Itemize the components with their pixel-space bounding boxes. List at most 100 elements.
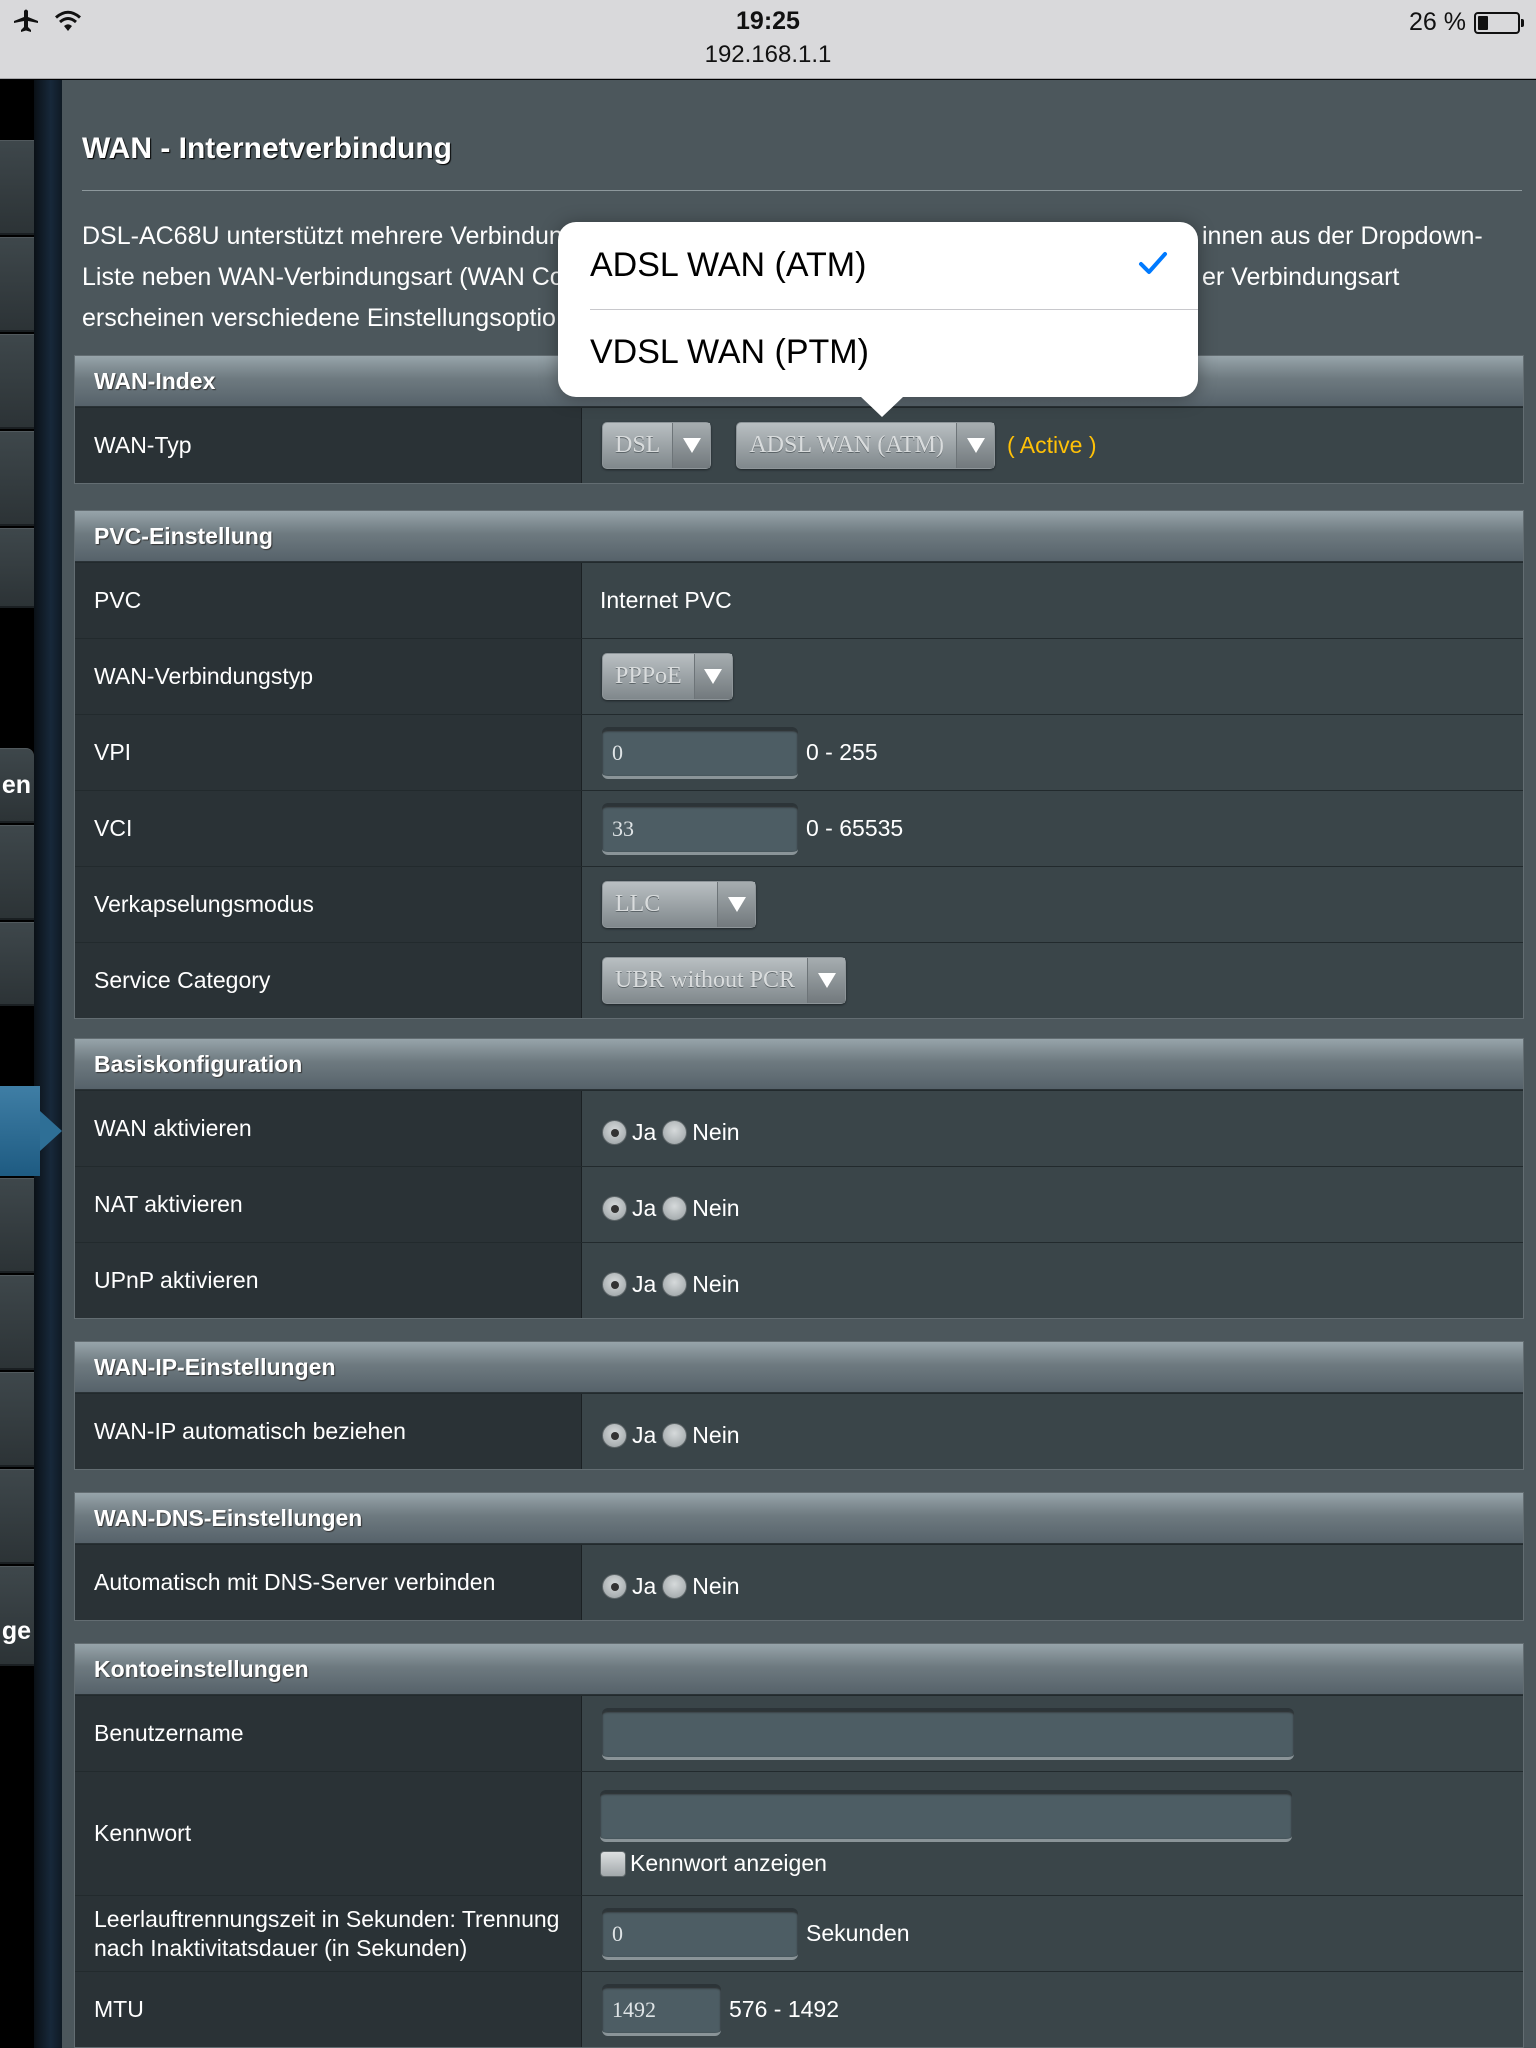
row-label: Leerlauftrennungszeit in Sekunden: Trenn…	[75, 1896, 582, 1971]
menu-item[interactable]	[0, 922, 34, 1006]
checkbox-label: Kennwort anzeigen	[630, 1850, 827, 1876]
row-label: NAT aktivieren	[75, 1167, 582, 1242]
username-input[interactable]	[602, 1707, 1294, 1760]
row-label-line: nach Inaktivitatsdauer (in Sekunden)	[94, 1934, 468, 1961]
section-header: WAN-DNS-Einstellungen	[75, 1493, 1523, 1544]
wan-type-row: WAN-Typ DSL ADSL WAN (ATM) ( Active )	[75, 407, 1523, 483]
menu-item[interactable]	[0, 140, 34, 235]
password-input[interactable]	[600, 1790, 1292, 1842]
dns-auto-row: Automatisch mit DNS-Server verbinden Ja …	[75, 1544, 1523, 1620]
radio-label: Ja	[632, 1271, 657, 1297]
radio-no[interactable]	[662, 1120, 688, 1145]
radio-yes[interactable]	[602, 1423, 627, 1448]
clock: 19:25	[736, 7, 800, 35]
menu-item[interactable]	[0, 1178, 34, 1273]
picker-option-adsl[interactable]: ADSL WAN (ATM)	[558, 222, 1198, 310]
picker-option-label: ADSL WAN (ATM)	[590, 246, 867, 284]
description-line: Liste neben WAN-Verbindungsart (WAN Co	[82, 263, 564, 291]
vci-range: 0 - 65535	[806, 815, 904, 841]
show-password-toggle[interactable]: Kennwort anzeigen	[600, 1850, 827, 1877]
radio-group: Ja Nein	[602, 1187, 746, 1222]
select-value: UBR without PCR	[615, 967, 796, 993]
battery-percent: 26 %	[1409, 8, 1466, 36]
wan-type-select[interactable]: DSL	[602, 422, 712, 469]
row-label: UPnP aktivieren	[75, 1243, 582, 1318]
menu-item[interactable]	[0, 1275, 34, 1370]
pvc-row: PVC Internet PVC	[75, 562, 1523, 638]
description-line: erscheinen verschiedene Einstellungsopti…	[82, 304, 556, 332]
row-label-line: Leerlauftrennungszeit in Sekunden: Trenn…	[94, 1905, 560, 1932]
radio-yes[interactable]	[602, 1272, 627, 1297]
menu-item[interactable]	[0, 237, 34, 332]
row-value: Ja Nein	[582, 1091, 1523, 1166]
radio-no[interactable]	[662, 1272, 688, 1297]
radio-label: Nein	[692, 1119, 740, 1145]
menu-item[interactable]: ge	[0, 1566, 34, 1666]
row-value: DSL ADSL WAN (ATM) ( Active )	[582, 408, 1523, 483]
row-value: UBR without PCR	[582, 943, 1523, 1018]
section-header: Kontoeinstellungen	[75, 1644, 1523, 1695]
row-label: MTU	[75, 1972, 582, 2047]
username-row: Benutzername	[75, 1695, 1523, 1771]
wan-mode-select[interactable]: ADSL WAN (ATM)	[736, 422, 996, 469]
row-value: PPPoE	[582, 639, 1523, 714]
row-value: 0 Sekunden	[582, 1896, 1523, 1971]
section-header: Basiskonfiguration	[75, 1039, 1523, 1090]
row-value: 0 0 - 255	[582, 715, 1523, 790]
radio-label: Nein	[692, 1422, 740, 1448]
radio-yes[interactable]	[602, 1120, 627, 1145]
idle-timeout-unit: Sekunden	[806, 1920, 910, 1946]
menu-item[interactable]	[0, 1372, 34, 1467]
row-label: WAN aktivieren	[75, 1091, 582, 1166]
row-label: Kennwort	[75, 1772, 582, 1895]
row-label: Service Category	[75, 943, 582, 1018]
radio-label: Ja	[632, 1195, 657, 1221]
menu-item[interactable]	[0, 1469, 34, 1564]
vci-input[interactable]: 33	[602, 802, 798, 855]
service-category-select[interactable]: UBR without PCR	[602, 957, 847, 1004]
wan-ip-table: WAN-IP-Einstellungen WAN-IP automatisch …	[74, 1341, 1524, 1470]
vpi-row: VPI 0 0 - 255	[75, 714, 1523, 790]
row-label: PVC	[75, 563, 582, 638]
title-divider	[82, 190, 1522, 191]
radio-yes[interactable]	[602, 1574, 627, 1599]
radio-label: Ja	[632, 1573, 657, 1599]
connection-type-select[interactable]: PPPoE	[602, 653, 733, 700]
show-password-checkbox[interactable]	[600, 1850, 626, 1877]
picker-option-vdsl[interactable]: VDSL WAN (PTM)	[558, 309, 1198, 396]
description-line: DSL-AC68U unterstützt mehrere Verbindun	[82, 222, 563, 250]
nat-enable-row: NAT aktivieren Ja Nein	[75, 1166, 1523, 1242]
radio-yes[interactable]	[602, 1196, 627, 1221]
menu-item-active[interactable]	[0, 1086, 62, 1176]
upnp-enable-row: UPnP aktivieren Ja Nein	[75, 1242, 1523, 1318]
encapsulation-select[interactable]: LLC	[602, 881, 756, 928]
radio-no[interactable]	[662, 1423, 688, 1448]
menu-item-label: en	[1, 771, 31, 799]
row-label: VCI	[75, 791, 582, 866]
mtu-row: MTU 1492 576 - 1492	[75, 1971, 1523, 2047]
radio-no[interactable]	[662, 1574, 688, 1599]
select-value: LLC	[615, 891, 661, 917]
radio-no[interactable]	[662, 1196, 688, 1221]
menu-item[interactable]	[0, 334, 34, 429]
row-value: LLC	[582, 867, 1523, 942]
row-value: 1492 576 - 1492	[582, 1972, 1523, 2047]
menu-item[interactable]	[0, 825, 34, 920]
idle-timeout-input[interactable]: 0	[602, 1907, 798, 1960]
row-label: VPI	[75, 715, 582, 790]
mtu-input[interactable]: 1492	[602, 1983, 721, 2036]
checkmark-icon	[1139, 252, 1167, 274]
radio-label: Ja	[632, 1422, 657, 1448]
menu-item[interactable]	[0, 431, 34, 526]
page-title: WAN - Internetverbindung	[82, 132, 452, 165]
menu-item-section[interactable]: en	[0, 748, 34, 823]
vpi-input[interactable]: 0	[602, 726, 798, 779]
chevron-down-icon	[672, 423, 711, 468]
basic-config-table: Basiskonfiguration WAN aktivieren Ja Nei…	[74, 1038, 1524, 1319]
menu-item[interactable]	[0, 528, 34, 608]
radio-group: Ja Nein	[602, 1414, 746, 1449]
side-menu: en ge	[0, 80, 62, 2048]
password-row: Kennwort Kennwort anzeigen	[75, 1771, 1523, 1895]
url-bar[interactable]: 192.168.1.1	[0, 41, 1536, 69]
radio-group: Ja Nein	[602, 1263, 746, 1298]
